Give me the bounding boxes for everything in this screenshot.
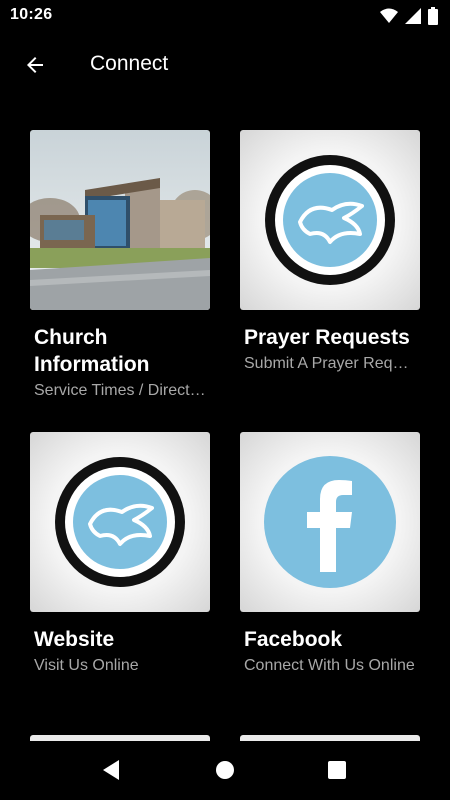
arrow-left-icon bbox=[23, 53, 47, 82]
nav-recents-button[interactable] bbox=[323, 758, 351, 786]
card-subtitle: Visit Us Online bbox=[34, 657, 139, 674]
church-building-photo bbox=[30, 130, 210, 310]
card-facebook[interactable]: Facebook Connect With Us Online bbox=[240, 432, 420, 675]
status-time: 10:26 bbox=[10, 6, 53, 23]
app-bar: Connect bbox=[0, 32, 450, 100]
battery-icon bbox=[428, 7, 438, 30]
card-title: Website bbox=[34, 628, 115, 651]
page-title: Connect bbox=[90, 52, 169, 75]
card-subtitle: Submit A Prayer Request bbox=[244, 355, 416, 372]
status-bar: 10:26 bbox=[0, 0, 450, 32]
thumbnail bbox=[30, 432, 210, 612]
back-triangle-icon bbox=[101, 759, 121, 786]
card-website[interactable]: Website Visit Us Online bbox=[30, 432, 210, 675]
nav-home-button[interactable] bbox=[211, 758, 239, 786]
back-button[interactable] bbox=[20, 52, 50, 82]
card-title: Church Information bbox=[34, 326, 150, 376]
status-icons bbox=[380, 7, 438, 30]
card-title: Prayer Requests bbox=[244, 326, 410, 349]
facebook-icon bbox=[240, 456, 420, 612]
card-partial-left[interactable] bbox=[30, 735, 210, 741]
church-logo-icon bbox=[30, 457, 210, 612]
thumbnail bbox=[240, 130, 420, 310]
card-title: Facebook bbox=[244, 628, 343, 651]
system-nav-bar bbox=[0, 744, 450, 800]
recents-square-icon bbox=[327, 760, 347, 785]
church-logo-icon bbox=[240, 155, 420, 310]
card-church-information[interactable]: Church Information Service Times / Direc… bbox=[30, 130, 210, 400]
card-subtitle: Service Times / Directions bbox=[34, 382, 206, 399]
card-partial-right[interactable] bbox=[240, 735, 420, 741]
home-circle-icon bbox=[215, 760, 235, 785]
card-subtitle: Connect With Us Online bbox=[244, 657, 415, 674]
wifi-icon bbox=[380, 8, 398, 29]
signal-icon bbox=[405, 8, 421, 29]
thumbnail bbox=[240, 432, 420, 612]
card-prayer-requests[interactable]: Prayer Requests Submit A Prayer Request bbox=[240, 130, 420, 373]
nav-back-button[interactable] bbox=[97, 758, 125, 786]
